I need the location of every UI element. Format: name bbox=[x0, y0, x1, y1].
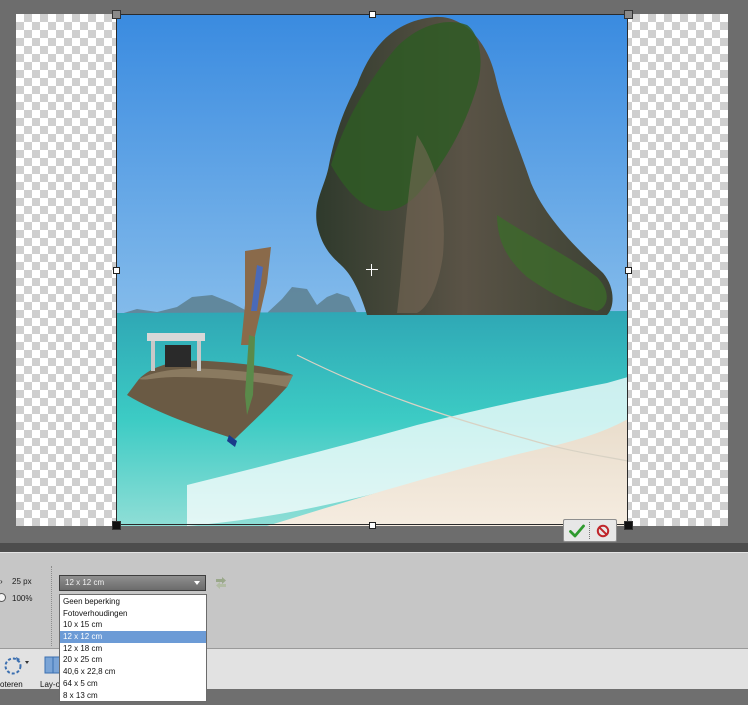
panel-divider bbox=[0, 543, 748, 552]
commit-check-icon bbox=[568, 524, 585, 537]
preset-option[interactable]: 12 x 18 cm bbox=[60, 643, 206, 655]
crop-commit-bar bbox=[563, 519, 617, 542]
options-divider bbox=[51, 566, 52, 646]
cancel-button[interactable] bbox=[591, 520, 616, 541]
layout-label[interactable]: Lay-o bbox=[40, 680, 60, 689]
crop-preset-dropdown: Geen beperking Fotoverhoudingen 10 x 15 … bbox=[59, 594, 207, 702]
swap-orientation-icon[interactable] bbox=[213, 576, 229, 590]
crop-handle-top-left[interactable] bbox=[112, 10, 121, 19]
preset-option[interactable]: Fotoverhoudingen bbox=[60, 608, 206, 620]
rotate-icon[interactable] bbox=[2, 655, 24, 677]
commit-button[interactable] bbox=[564, 520, 589, 541]
preset-option-selected[interactable]: 12 x 12 cm bbox=[60, 631, 206, 643]
size-marker: › bbox=[0, 577, 3, 586]
preset-option[interactable]: 10 x 15 cm bbox=[60, 619, 206, 631]
crop-preset-select-value: 12 x 12 cm bbox=[65, 578, 105, 587]
rotate-caret-icon[interactable] bbox=[25, 661, 29, 664]
size-value: 25 px bbox=[12, 577, 32, 586]
preset-option[interactable]: 40,6 x 22,8 cm bbox=[60, 666, 206, 678]
preset-option[interactable]: 8 x 13 cm bbox=[60, 690, 206, 702]
crop-handle-top[interactable] bbox=[369, 11, 376, 18]
rotate-label[interactable]: oteren bbox=[0, 680, 23, 689]
crosshair-icon bbox=[366, 264, 378, 276]
cancel-icon bbox=[597, 524, 610, 537]
crop-handle-right[interactable] bbox=[625, 267, 632, 274]
preset-option[interactable]: Geen beperking bbox=[60, 596, 206, 608]
crop-handle-bottom[interactable] bbox=[369, 522, 376, 529]
crop-handle-bottom-left[interactable] bbox=[112, 521, 121, 530]
workspace bbox=[0, 0, 748, 543]
crop-handle-left[interactable] bbox=[113, 267, 120, 274]
chevron-down-icon bbox=[194, 581, 200, 585]
preset-option[interactable]: 20 x 25 cm bbox=[60, 654, 206, 666]
crop-handle-bottom-right[interactable] bbox=[624, 521, 633, 530]
crop-handle-top-right[interactable] bbox=[624, 10, 633, 19]
preset-option[interactable]: 64 x 5 cm bbox=[60, 678, 206, 690]
zoom-value: 100% bbox=[12, 594, 33, 603]
crop-preset-select[interactable]: 12 x 12 cm bbox=[59, 575, 206, 591]
